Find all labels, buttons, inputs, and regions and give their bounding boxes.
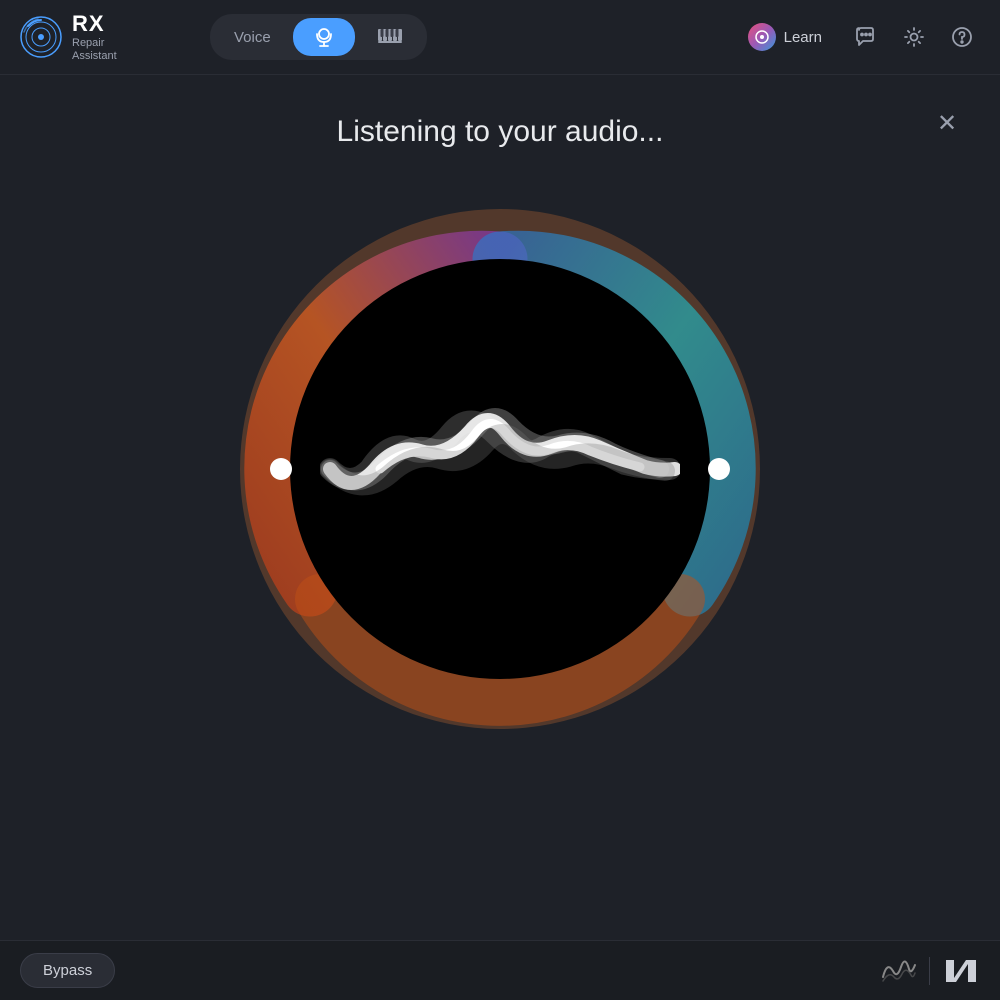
- learn-gradient-icon: [748, 23, 776, 51]
- logo-text: RX RepairAssistant: [72, 11, 117, 64]
- footer-right: [881, 956, 980, 986]
- tab-music[interactable]: [357, 18, 423, 56]
- logo-rx-label: RX: [72, 11, 117, 37]
- voice-icon: [313, 26, 335, 48]
- main-content: Listening to your audio... ✕: [0, 75, 1000, 940]
- listening-title: Listening to your audio...: [337, 115, 664, 149]
- bypass-button[interactable]: Bypass: [20, 953, 115, 988]
- help-button[interactable]: [944, 19, 980, 55]
- chat-icon: [855, 26, 877, 48]
- right-handle-dot[interactable]: [708, 458, 730, 480]
- settings-button[interactable]: [896, 19, 932, 55]
- app-footer: Bypass: [0, 940, 1000, 1000]
- footer-divider: [929, 957, 930, 985]
- logo-area: RX RepairAssistant: [20, 11, 190, 64]
- logo-subtitle: RepairAssistant: [72, 37, 117, 63]
- help-icon: [951, 26, 973, 48]
- native-instruments-logo: [942, 956, 980, 986]
- inner-circle: [290, 259, 710, 679]
- tab-voice[interactable]: Voice: [214, 21, 291, 54]
- learn-button[interactable]: Learn: [734, 17, 836, 57]
- header-right: Learn: [734, 17, 980, 57]
- music-icon: [377, 26, 403, 48]
- footer-wave-icon: [881, 957, 917, 985]
- tab-voice-active[interactable]: [293, 18, 355, 56]
- voice-tab-label: Voice: [234, 29, 271, 46]
- waveform-svg: [320, 379, 680, 559]
- close-icon: ✕: [937, 109, 957, 138]
- rx-logo-icon: [20, 16, 62, 58]
- settings-icon: [903, 26, 925, 48]
- visualizer-container: [240, 209, 760, 729]
- sparkle-icon: [754, 29, 770, 45]
- chat-button[interactable]: [848, 19, 884, 55]
- close-button[interactable]: ✕: [929, 105, 965, 141]
- left-handle-dot[interactable]: [270, 458, 292, 480]
- nav-tabs: Voice: [210, 14, 427, 60]
- app-header: RX RepairAssistant Voice: [0, 0, 1000, 75]
- learn-label: Learn: [784, 29, 822, 46]
